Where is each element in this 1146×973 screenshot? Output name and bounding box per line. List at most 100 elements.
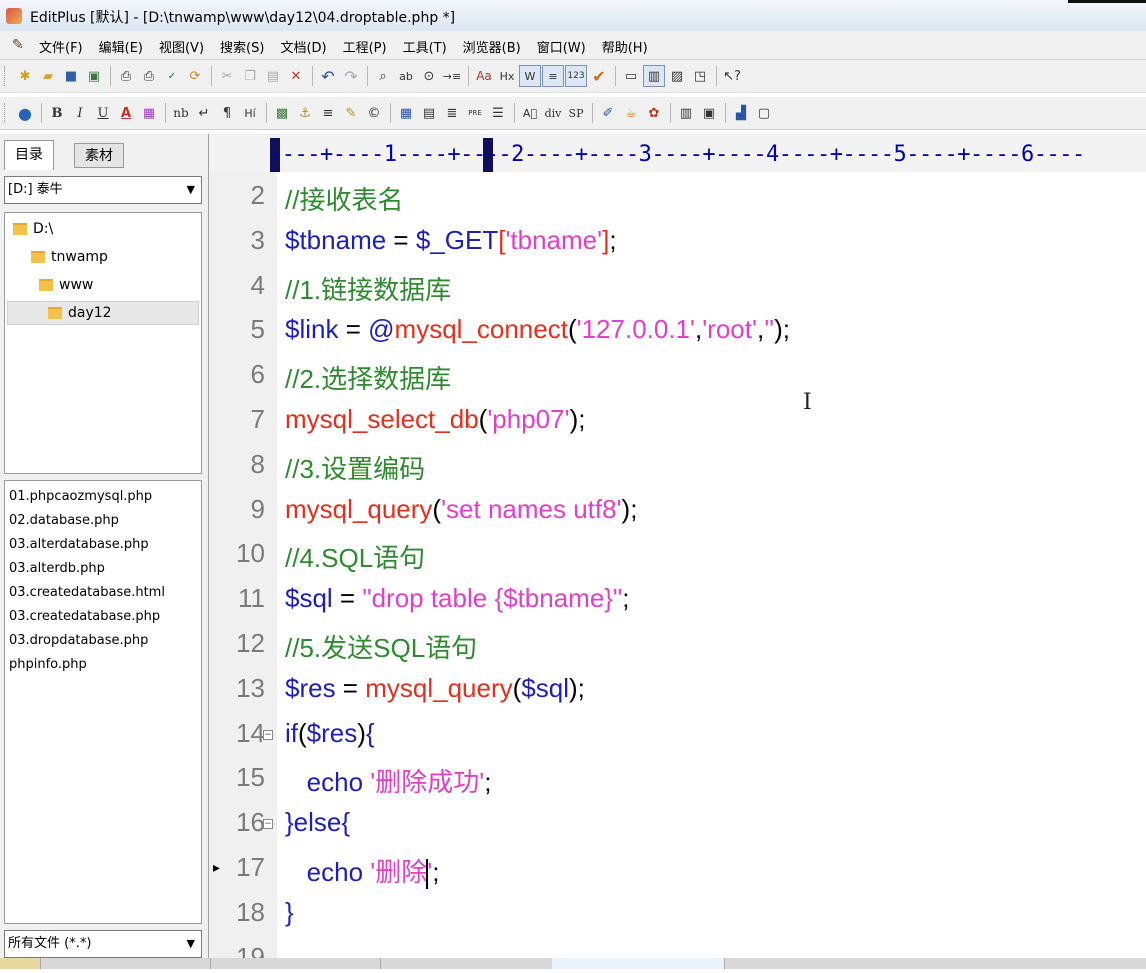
line-number-icon[interactable]: ≡ bbox=[542, 65, 564, 87]
tree-node-tnwamp[interactable]: tnwamp bbox=[31, 245, 108, 269]
cup-icon[interactable]: ☕ bbox=[620, 102, 642, 124]
globe-icon[interactable]: ● bbox=[14, 102, 36, 124]
file-item[interactable]: 02.database.php bbox=[9, 509, 201, 533]
font-color-button[interactable]: A bbox=[115, 102, 137, 124]
line-number: 14 bbox=[236, 717, 265, 748]
comment-icon[interactable]: ✎ bbox=[340, 102, 362, 124]
tree-node-day12[interactable]: day12 bbox=[7, 301, 199, 325]
italic-button[interactable]: I bbox=[69, 102, 91, 124]
fullscreen-icon[interactable]: ◳ bbox=[689, 65, 711, 87]
align-icon[interactable]: ≣ bbox=[441, 102, 463, 124]
heading-icon[interactable]: Hí bbox=[239, 102, 261, 124]
tree-node-www[interactable]: www bbox=[39, 273, 93, 297]
save-icon[interactable]: ■ bbox=[60, 65, 82, 87]
tab-directory[interactable]: 目录 bbox=[4, 140, 54, 170]
tab-cliptext[interactable]: 素材 bbox=[74, 143, 124, 168]
fold-toggle-icon[interactable]: − bbox=[263, 729, 273, 740]
delete-icon[interactable]: ✕ bbox=[285, 65, 307, 87]
new-file-icon[interactable]: ✱ bbox=[14, 65, 36, 87]
code-line: }else{ bbox=[285, 807, 350, 838]
fold-toggle-icon[interactable]: − bbox=[263, 819, 273, 830]
menu-view[interactable]: 视图(V) bbox=[150, 37, 211, 56]
panel-icon[interactable]: ▣ bbox=[698, 102, 720, 124]
ruler-icon[interactable]: 123 bbox=[565, 65, 587, 87]
file-item[interactable]: 03.createdatabase.php bbox=[9, 605, 201, 629]
menu-window[interactable]: 窗口(W) bbox=[528, 37, 593, 56]
redo-icon[interactable]: ↷ bbox=[340, 65, 362, 87]
print-preview-icon[interactable]: ⎙ bbox=[115, 65, 137, 87]
image-icon[interactable]: ▩ bbox=[271, 102, 293, 124]
sp-button[interactable]: SP bbox=[565, 102, 587, 124]
menu-document[interactable]: 文档(D) bbox=[271, 37, 333, 56]
menu-help[interactable]: 帮助(H) bbox=[593, 37, 655, 56]
replace-icon[interactable]: ab bbox=[395, 65, 417, 87]
div-button[interactable]: div bbox=[542, 102, 564, 124]
find-in-files-icon[interactable]: ⊙ bbox=[418, 65, 440, 87]
table-icon[interactable]: ▦ bbox=[395, 102, 417, 124]
file-filter-select[interactable]: 所有文件 (*.*) ▼ bbox=[4, 930, 202, 958]
window-icon[interactable]: ▢ bbox=[753, 102, 775, 124]
nbsp-button[interactable]: nb bbox=[170, 102, 192, 124]
code-editor[interactable]: I //接收表名 $tbname = $_GET['tbname']; //1.链接… bbox=[277, 172, 1146, 969]
window-split-icon[interactable]: ▥ bbox=[675, 102, 697, 124]
color-picker-icon[interactable]: ▟ bbox=[730, 102, 752, 124]
paragraph-icon[interactable]: ¶ bbox=[216, 102, 238, 124]
menu-browser[interactable]: 浏览器(B) bbox=[454, 37, 528, 56]
toolbar-grip[interactable] bbox=[4, 103, 8, 123]
cliptext-icon[interactable]: ▨ bbox=[666, 65, 688, 87]
word-wrap-icon[interactable]: W bbox=[519, 65, 541, 87]
menu-edit[interactable]: 编辑(E) bbox=[90, 37, 150, 56]
open-folder-icon[interactable]: ▰ bbox=[37, 65, 59, 87]
document-tab[interactable] bbox=[40, 958, 211, 969]
check-icon[interactable]: ✔ bbox=[588, 65, 610, 87]
menu-search[interactable]: 搜索(S) bbox=[211, 37, 271, 56]
font-icon[interactable]: Aa bbox=[473, 65, 495, 87]
document-tab[interactable] bbox=[0, 958, 41, 969]
form-icon[interactable]: ▤ bbox=[418, 102, 440, 124]
text-box-icon[interactable]: A⃞ bbox=[519, 102, 541, 124]
toolbar-grip[interactable] bbox=[4, 66, 8, 86]
file-item[interactable]: 03.dropdatabase.php bbox=[9, 629, 201, 653]
output-window-icon[interactable]: ▭ bbox=[620, 65, 642, 87]
file-item[interactable]: phpinfo.php bbox=[9, 653, 201, 677]
file-item[interactable]: 01.phpcaozmysql.php bbox=[9, 485, 201, 509]
menu-file[interactable]: 文件(F) bbox=[30, 37, 90, 56]
file-item[interactable]: 03.alterdb.php bbox=[9, 557, 201, 581]
file-item[interactable]: 03.createdatabase.html bbox=[9, 581, 201, 605]
copy-icon[interactable]: ❐ bbox=[239, 65, 261, 87]
color-grid-icon[interactable]: ▦ bbox=[138, 102, 160, 124]
anchor-icon[interactable]: ⚓ bbox=[294, 102, 316, 124]
code-token: //5.发送SQL语句 bbox=[285, 633, 478, 663]
pre-button[interactable]: PRE bbox=[464, 102, 486, 124]
line-break-icon[interactable]: ↵ bbox=[193, 102, 215, 124]
cut-icon[interactable]: ✂ bbox=[216, 65, 238, 87]
menu-project[interactable]: 工程(P) bbox=[334, 37, 394, 56]
document-tab[interactable] bbox=[380, 958, 553, 969]
list-icon[interactable]: ☰ bbox=[487, 102, 509, 124]
find-icon[interactable]: ⌕ bbox=[372, 65, 394, 87]
document-tab[interactable] bbox=[210, 958, 381, 969]
menu-tools[interactable]: 工具(T) bbox=[394, 37, 454, 56]
copyright-icon[interactable]: © bbox=[363, 102, 385, 124]
spellcheck-icon[interactable]: ✓ bbox=[161, 65, 183, 87]
horizontal-rule-icon[interactable]: ≡ bbox=[317, 102, 339, 124]
directory-window-icon[interactable]: ▥ bbox=[643, 65, 665, 87]
print-icon[interactable]: ⎙ bbox=[138, 65, 160, 87]
edit-icon[interactable]: ✐ bbox=[597, 102, 619, 124]
tree-node-drive[interactable]: D:\ bbox=[13, 217, 53, 241]
help-pointer-icon[interactable]: ↖? bbox=[721, 65, 743, 87]
undo-icon[interactable]: ↶ bbox=[317, 65, 339, 87]
menu-bar: ✎ 文件(F) 编辑(E) 视图(V) 搜索(S) 文档(D) 工程(P) 工具… bbox=[0, 31, 1146, 60]
hex-icon[interactable]: Hx bbox=[496, 65, 518, 87]
paste-icon[interactable]: ▤ bbox=[262, 65, 284, 87]
goto-line-icon[interactable]: →≡ bbox=[441, 65, 463, 87]
save-all-icon[interactable]: ▣ bbox=[83, 65, 105, 87]
sync-icon[interactable]: ⟳ bbox=[184, 65, 206, 87]
file-item[interactable]: 03.alterdatabase.php bbox=[9, 533, 201, 557]
document-tab-active[interactable] bbox=[552, 958, 725, 969]
code-line: //5.发送SQL语句 bbox=[285, 628, 477, 665]
plugin-icon[interactable]: ✿ bbox=[643, 102, 665, 124]
drive-select[interactable]: [D:] 泰牛 ▼ bbox=[4, 176, 202, 204]
underline-button[interactable]: U bbox=[92, 102, 114, 124]
bold-button[interactable]: B bbox=[46, 102, 68, 124]
